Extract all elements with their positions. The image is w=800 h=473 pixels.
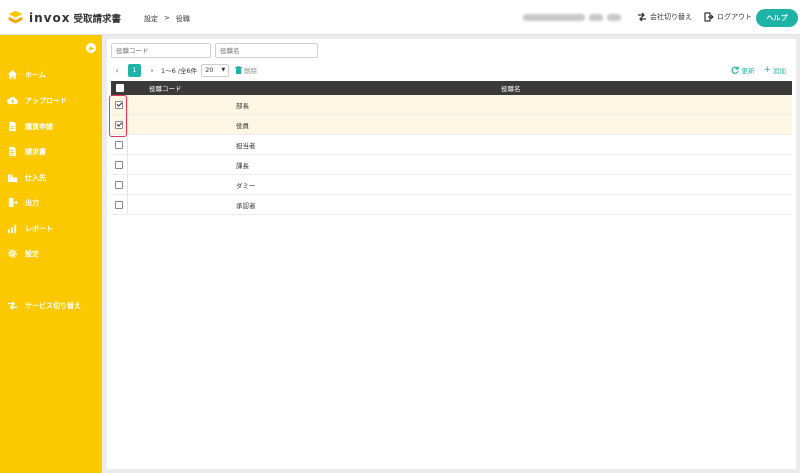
plus-icon: + <box>763 64 771 75</box>
sidebar-item-label: サービス切り替え <box>25 301 81 310</box>
pagination: ‹ 1 › 1〜6 /全6件 20 ▼ 削除 <box>111 63 257 77</box>
logout-button[interactable]: ログアウト <box>704 12 752 22</box>
table-row[interactable]: 課長 <box>111 155 792 175</box>
select-all-checkbox[interactable] <box>115 84 124 92</box>
page-range: 1〜6 /全6件 <box>161 67 198 75</box>
page-1-button[interactable]: 1 <box>128 63 141 77</box>
invoice-icon <box>9 146 16 157</box>
caret-down-icon: ▼ <box>221 67 226 73</box>
row-checkbox-cell <box>111 135 128 154</box>
row-checkbox-cell <box>111 195 128 214</box>
refresh-button[interactable]: 更新 <box>731 65 754 75</box>
sidebar-item-label: 購買申請 <box>25 122 53 131</box>
cell-position-name: ダミー <box>236 181 256 190</box>
sidebar-item-settings[interactable]: 設定 <box>7 248 39 259</box>
sidebar: ホーム アップロード 購買申請 請求書 仕入先 出力 レポート 設定 サービス切… <box>0 35 102 473</box>
sidebar-item-export[interactable]: 出力 <box>7 197 39 208</box>
switch-company-button[interactable]: 会社切り替え <box>637 12 692 22</box>
delete-button[interactable]: 削除 <box>235 65 257 75</box>
brand-name: invox <box>29 10 71 25</box>
cell-position-name: 課長 <box>236 161 249 170</box>
product-name: 受取請求書 <box>73 13 121 25</box>
content-panel: ‹ 1 › 1〜6 /全6件 20 ▼ 削除 更新 + 追加 役職コード 役職名 <box>107 39 796 469</box>
sidebar-item-label: アップロード <box>25 96 67 105</box>
sidebar-item-label: 出力 <box>25 198 39 207</box>
table-body: 部長役員担当者課長ダミー承認者 <box>111 95 792 215</box>
sidebar-item-home[interactable]: ホーム <box>7 69 46 80</box>
row-checkbox-cell <box>111 155 128 174</box>
page-size-select[interactable]: 20 ▼ <box>201 63 230 77</box>
column-header-name[interactable]: 役職名 <box>501 83 521 93</box>
prev-page-icon[interactable]: ‹ <box>111 66 123 75</box>
breadcrumb: 設定 > 役職 <box>144 14 190 24</box>
table-row[interactable]: ダミー <box>111 175 792 195</box>
switch-arrows-icon <box>638 12 646 22</box>
row-checkbox[interactable] <box>115 160 123 169</box>
sidebar-item-purchase-request[interactable]: 購買申請 <box>7 121 53 132</box>
add-label: 追加 <box>773 67 786 75</box>
position-name-filter[interactable] <box>215 43 318 58</box>
chart-icon <box>7 224 17 234</box>
export-icon <box>8 197 18 208</box>
add-button[interactable]: + 追加 <box>763 65 786 75</box>
table-row[interactable]: 承認者 <box>111 195 792 215</box>
next-page-icon[interactable]: › <box>146 66 158 75</box>
breadcrumb-separator: > <box>164 14 170 22</box>
table-row[interactable]: 部長 <box>111 95 792 115</box>
positions-table: 役職コード 役職名 部長役員担当者課長ダミー承認者 <box>111 81 792 215</box>
row-checkbox-cell <box>111 175 128 194</box>
breadcrumb-settings[interactable]: 設定 <box>144 14 158 24</box>
delete-label: 削除 <box>244 67 258 75</box>
cloud-upload-icon <box>7 96 18 105</box>
row-checkbox[interactable] <box>115 200 123 209</box>
column-header-code[interactable]: 役職コード <box>149 83 182 93</box>
breadcrumb-current: 役職 <box>175 15 190 23</box>
top-bar: invox 受取請求書 設定 > 役職 会社切り替え ログアウト ヘルプ <box>0 0 800 35</box>
logo-mark-icon <box>8 10 23 24</box>
logout-icon <box>704 12 714 22</box>
sidebar-item-label: 仕入先 <box>25 173 46 182</box>
selection-highlight <box>109 95 127 137</box>
position-code-filter[interactable] <box>111 43 211 58</box>
refresh-icon <box>731 66 740 74</box>
logo[interactable]: invox 受取請求書 <box>7 9 121 26</box>
sidebar-item-invoice[interactable]: 請求書 <box>7 146 46 157</box>
cell-position-name: 承認者 <box>236 201 256 210</box>
row-checkbox[interactable] <box>115 140 123 149</box>
cell-position-name: 部長 <box>236 101 249 110</box>
row-checkbox[interactable] <box>115 180 123 189</box>
logout-label: ログアウト <box>717 13 752 21</box>
switch-company-label: 会社切り替え <box>650 13 692 21</box>
table-header: 役職コード 役職名 <box>111 81 792 95</box>
cell-position-name: 役員 <box>236 121 249 130</box>
cell-position-name: 担当者 <box>236 141 256 150</box>
document-icon <box>9 121 16 132</box>
sidebar-item-label: ホーム <box>25 70 46 79</box>
table-actions: 更新 + 追加 <box>731 65 786 75</box>
gear-icon <box>8 249 17 258</box>
home-icon <box>7 69 18 80</box>
sidebar-item-upload[interactable]: アップロード <box>7 95 67 106</box>
table-row[interactable]: 役員 <box>111 115 792 135</box>
table-row[interactable]: 担当者 <box>111 135 792 155</box>
trash-icon <box>235 66 243 74</box>
sidebar-item-suppliers[interactable]: 仕入先 <box>7 172 46 183</box>
building-icon <box>7 174 18 183</box>
sidebar-item-report[interactable]: レポート <box>7 223 53 234</box>
page-size-value: 20 <box>205 66 214 74</box>
sidebar-item-label: 設定 <box>25 249 39 258</box>
sidebar-item-label: レポート <box>25 224 53 233</box>
refresh-label: 更新 <box>741 67 755 75</box>
sidebar-item-label: 請求書 <box>25 147 46 156</box>
arrow-left-icon <box>87 45 94 51</box>
switch-icon <box>7 301 18 310</box>
user-info-blurred <box>523 14 621 22</box>
collapse-sidebar-button[interactable] <box>86 43 96 53</box>
help-button[interactable]: ヘルプ <box>756 9 798 27</box>
sidebar-item-switch-service[interactable]: サービス切り替え <box>7 300 81 311</box>
select-all-cell <box>111 81 128 95</box>
